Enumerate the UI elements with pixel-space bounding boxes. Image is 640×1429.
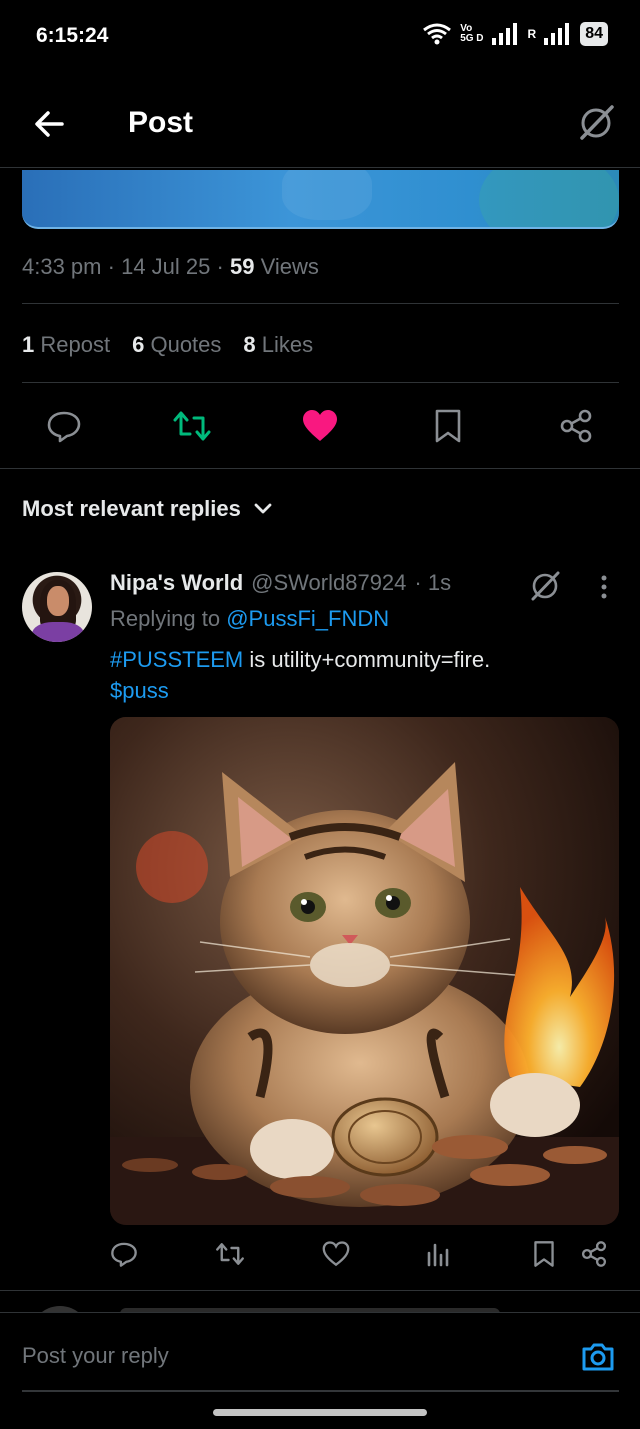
grok-button[interactable] xyxy=(576,102,616,142)
cashtag-link[interactable]: $puss xyxy=(110,678,169,703)
reply-composer: Post your reply xyxy=(0,1312,640,1392)
share-icon xyxy=(560,409,592,443)
views-label: Views xyxy=(260,254,319,279)
home-indicator[interactable] xyxy=(213,1409,427,1416)
bookmark-button[interactable] xyxy=(424,402,472,450)
reply-timestamp: · 1s xyxy=(414,570,452,595)
signal-icon xyxy=(491,23,517,45)
reply-actions xyxy=(110,1236,619,1272)
like-button[interactable] xyxy=(296,402,344,450)
status-time: 6:15:24 xyxy=(36,24,109,47)
divider xyxy=(0,468,640,469)
signal-icon-2 xyxy=(544,23,570,45)
bookmark-icon xyxy=(435,409,461,443)
reply-icon xyxy=(47,411,81,443)
media-decoration xyxy=(282,170,372,220)
more-vertical-icon xyxy=(601,575,607,599)
reposts-stat[interactable]: 1 Repost xyxy=(22,332,110,358)
analytics-icon xyxy=(427,1243,449,1267)
top-bar: Post xyxy=(0,82,640,168)
replies-sort-label: Most relevant replies xyxy=(22,496,241,521)
reply-author-handle[interactable]: @SWorld87924 xyxy=(251,570,406,596)
back-button[interactable] xyxy=(30,104,70,144)
share-button[interactable] xyxy=(552,402,600,450)
reply-views-button[interactable] xyxy=(420,1236,456,1272)
repost-icon xyxy=(173,411,211,441)
arrow-left-icon xyxy=(35,111,64,137)
reply-author-name[interactable]: Nipa's World xyxy=(110,570,243,596)
bookmark-icon xyxy=(534,1241,554,1267)
kitten-illustration xyxy=(110,717,619,1225)
post-stats: 1 Repost 6 Quotes 8 Likes xyxy=(22,332,313,358)
reply-like-button[interactable] xyxy=(318,1236,354,1272)
post-actions xyxy=(22,402,619,452)
status-bar: 6:15:24 Vo 5G D R 84 xyxy=(0,0,640,72)
divider xyxy=(0,1290,640,1291)
views-count: 59 xyxy=(229,254,255,279)
network-type: Vo 5G D xyxy=(460,23,484,44)
replying-to: Replying to @PussFi_FNDN xyxy=(110,606,390,631)
reply-image[interactable] xyxy=(110,717,619,1225)
post-date: 14 Jul 25 xyxy=(121,254,211,279)
replying-to-handle[interactable]: @PussFi_FNDN xyxy=(226,606,389,631)
repost-icon xyxy=(216,1243,244,1265)
post-time: 4:33 pm xyxy=(22,254,102,279)
reply-share-button[interactable] xyxy=(576,1236,612,1272)
reply-icon xyxy=(111,1242,137,1267)
reply-reply-button[interactable] xyxy=(106,1236,142,1272)
composer-underline xyxy=(22,1390,619,1392)
reply-button[interactable] xyxy=(40,402,88,450)
share-icon xyxy=(581,1241,607,1267)
status-icons: Vo 5G D R 84 xyxy=(422,22,608,46)
divider xyxy=(22,303,619,304)
reply-header: Nipa's World @SWorld87924 · 1s xyxy=(110,570,451,596)
camera-icon xyxy=(582,1343,614,1371)
quotes-stat[interactable]: 6 Quotes xyxy=(132,332,221,358)
avatar[interactable] xyxy=(22,572,92,642)
reply-grok-button[interactable] xyxy=(528,568,562,602)
wifi-icon xyxy=(423,23,452,45)
next-reply-partial xyxy=(0,1300,640,1312)
chevron-down-icon xyxy=(254,503,272,514)
replies-sort-dropdown[interactable]: Most relevant replies xyxy=(22,496,273,522)
roaming-indicator: R xyxy=(527,27,537,41)
post-meta: 4:33 pm · 14 Jul 25 · 59 Views xyxy=(22,254,319,279)
reply-bookmark-button[interactable] xyxy=(526,1236,562,1272)
media-decoration xyxy=(479,170,619,227)
page-title: Post xyxy=(128,106,194,139)
divider xyxy=(22,382,619,383)
heart-filled-icon xyxy=(303,410,337,441)
reply-input[interactable]: Post your reply xyxy=(22,1343,169,1369)
post-media[interactable] xyxy=(22,170,619,229)
reply-text: #PUSSTEEM is utility+community=fire. $pu… xyxy=(110,647,491,703)
camera-button[interactable] xyxy=(580,1339,616,1375)
grok-slash-icon xyxy=(580,105,614,140)
reply-more-button[interactable] xyxy=(594,572,614,602)
battery-indicator: 84 xyxy=(580,22,608,46)
repost-button[interactable] xyxy=(168,402,216,450)
heart-icon xyxy=(322,1241,350,1267)
reply-repost-button[interactable] xyxy=(212,1236,248,1272)
grok-slash-icon xyxy=(531,571,560,601)
likes-stat[interactable]: 8 Likes xyxy=(243,332,313,358)
hashtag-link[interactable]: #PUSSTEEM xyxy=(110,647,243,672)
